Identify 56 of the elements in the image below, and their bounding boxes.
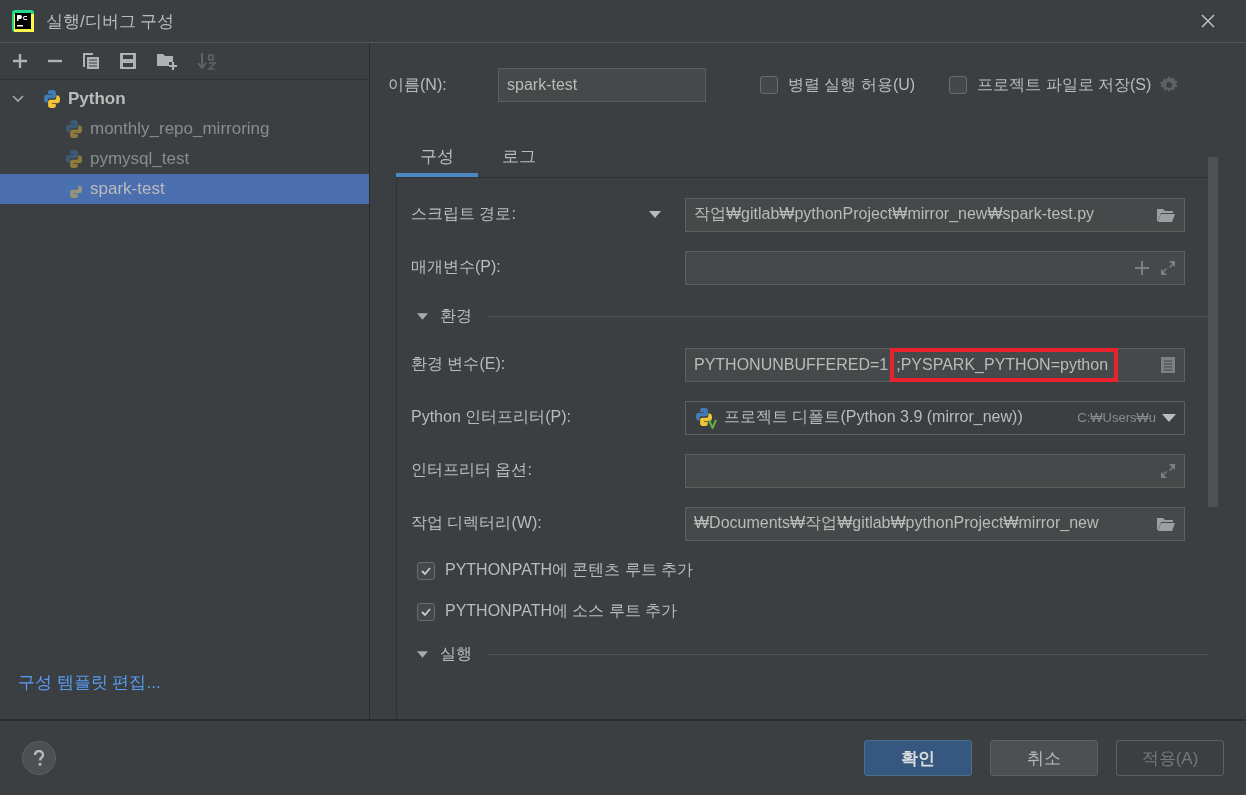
save-icon[interactable] [119, 52, 137, 70]
name-label: 이름(N): [388, 74, 448, 95]
section-title: 환경 [440, 305, 472, 326]
app-logo-icon [12, 10, 34, 32]
dialog-button[interactable]: 취소 [990, 740, 1098, 776]
checkbox-label: PYTHONPATH에 콘텐츠 루트 추가 [445, 560, 694, 580]
python-icon [64, 149, 84, 169]
name-field[interactable]: spark-test [498, 68, 706, 102]
tree-item[interactable]: spark-test [0, 174, 369, 204]
highlighted-value: ;PYSPARK_PYTHON=python [890, 347, 1119, 382]
python-icon [64, 179, 84, 199]
add-icon[interactable] [12, 53, 28, 69]
dropdown-arrow-icon[interactable] [1162, 413, 1176, 422]
option-label: 병렬 실행 허용(U) [788, 74, 916, 95]
checkbox-label: PYTHONPATH에 소스 루트 추가 [445, 601, 678, 621]
field-label: 매개변수(P): [411, 257, 501, 277]
field-value: PYTHONUNBUFFERED=1 [694, 355, 889, 374]
checkbox[interactable] [417, 602, 435, 621]
python-icon [42, 89, 62, 109]
field-label: 환경 변수(E): [411, 354, 506, 374]
section-title: 실행 [440, 643, 472, 664]
copy-icon[interactable] [82, 52, 100, 70]
python-icon [64, 119, 84, 139]
help-button[interactable] [22, 741, 56, 775]
question-mark-icon [33, 750, 45, 766]
window-title: 실행/디버그 구성 [46, 10, 176, 33]
folder-icon[interactable] [1156, 206, 1176, 223]
field-label: 작업 디렉터리(W): [411, 513, 542, 533]
checkbox[interactable] [760, 76, 778, 94]
new-folder-icon[interactable] [156, 52, 178, 70]
field-label: 스크립트 경로: [411, 204, 516, 224]
field-label: 인터프리터 옵션: [411, 460, 532, 480]
scrollbar-thumb[interactable] [1208, 157, 1218, 507]
collapse-triangle-icon[interactable] [417, 648, 428, 660]
checkbox[interactable] [417, 561, 435, 580]
tree-item[interactable]: monthly_repo_mirroring [0, 114, 369, 144]
interpreter-options-field[interactable] [685, 453, 1185, 488]
collapse-triangle-icon[interactable] [417, 310, 428, 322]
tab[interactable]: 로그 [478, 139, 560, 177]
tree-item[interactable]: pymysql_test [0, 144, 369, 174]
dialog-button[interactable]: 확인 [864, 740, 972, 776]
tree-item[interactable]: Python [68, 89, 126, 109]
path-field[interactable]: 작업₩gitlab₩pythonProject₩mirror_new₩spark-test.py [685, 197, 1185, 232]
dropdown-arrow-icon[interactable] [649, 210, 661, 219]
close-icon[interactable] [1200, 13, 1216, 29]
chevron-icon[interactable] [12, 93, 24, 105]
checkbox[interactable] [949, 76, 968, 94]
python-venv-icon [694, 406, 718, 429]
folder-icon[interactable] [1156, 515, 1176, 532]
edit-templates-link[interactable]: 구성 템플릿 편집... [0, 671, 369, 719]
environment-variables-field[interactable]: PYTHONUNBUFFERED=1 ;PYSPARK_PYTHON=python [685, 347, 1185, 382]
field-label: Python 인터프리터(P): [411, 407, 572, 427]
interpreter-dropdown[interactable]: 프로젝트 디폴트(Python 3.9 (mirror_new)) C:₩Users₩u [685, 400, 1185, 435]
option-label: 프로젝트 파일로 저장(S) [977, 74, 1152, 95]
tab[interactable]: 구성 [396, 139, 478, 177]
path-field[interactable]: ₩Documents₩작업₩gitlab₩pythonProject₩mirror_new [685, 506, 1185, 541]
